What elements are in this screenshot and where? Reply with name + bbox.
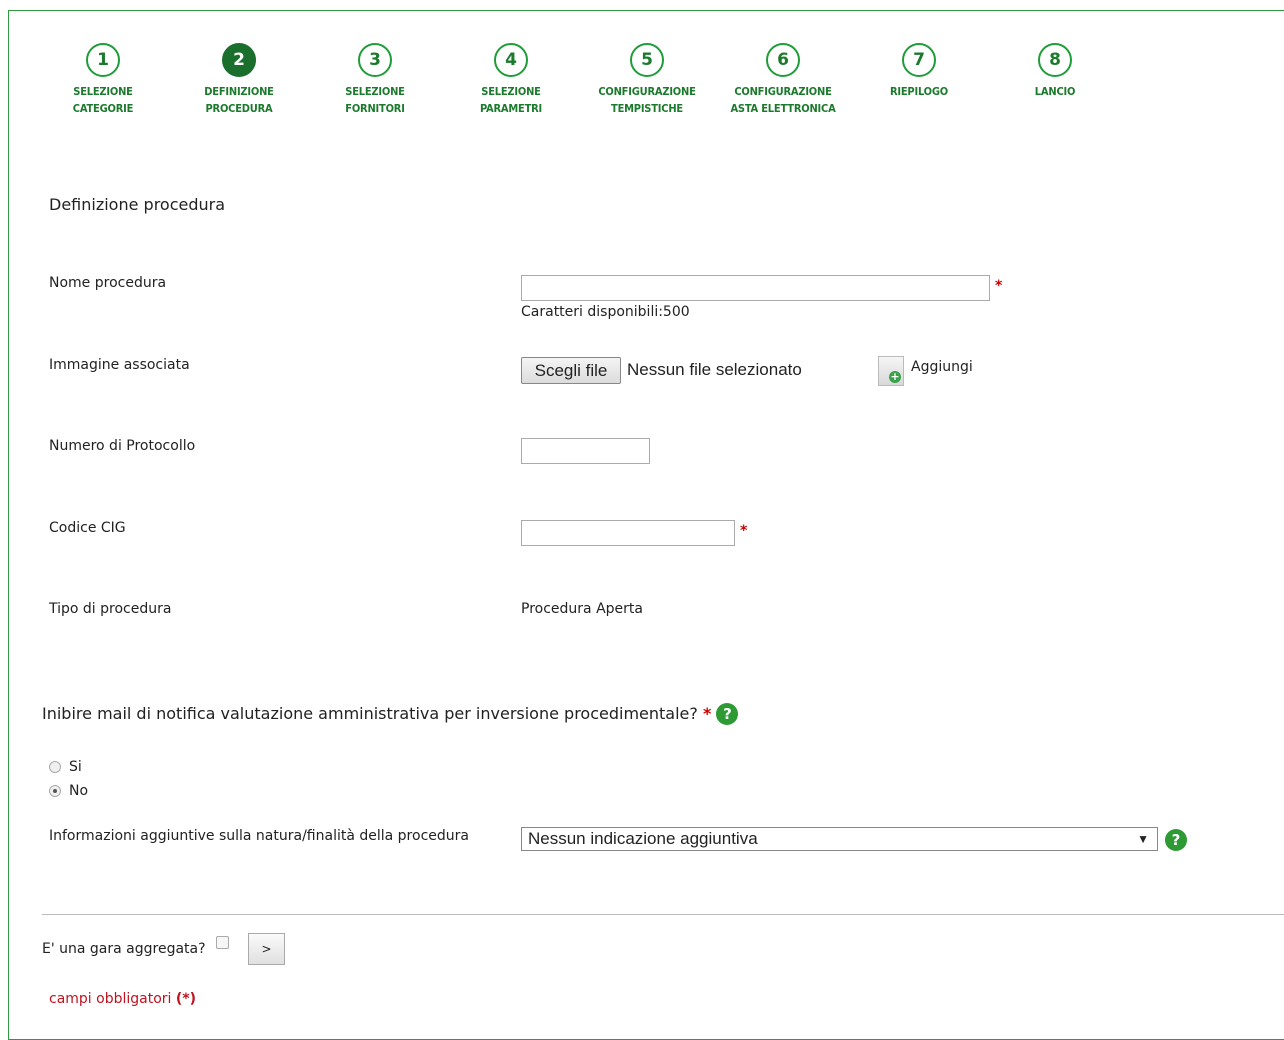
select-value: Nessun indicazione aggiuntiva xyxy=(528,829,758,848)
radio-button[interactable] xyxy=(49,761,61,773)
nome-procedura-label: Nome procedura xyxy=(49,275,167,291)
step-label-line1: SELEZIONE xyxy=(73,85,133,98)
tipo-procedura-value: Procedura Aperta xyxy=(521,601,643,617)
step-label-line1: CONFIGURAZIONE xyxy=(734,85,832,98)
step-label-line1: LANCIO xyxy=(1034,85,1076,98)
required-mark: * xyxy=(740,523,748,539)
immagine-label: Immagine associata xyxy=(49,357,190,373)
characters-available-hint: Caratteri disponibili:500 xyxy=(521,304,690,320)
choose-file-button[interactable]: Scegli file xyxy=(521,357,621,384)
required-fields-note: campi obbligatori (*) xyxy=(49,991,196,1007)
add-image-icon[interactable]: + xyxy=(878,356,904,386)
step-3[interactable]: 3 SELEZIONE FORNITORI xyxy=(310,43,440,117)
step-number: 7 xyxy=(902,43,936,77)
step-label-line2: ASTA ELETTRONICA xyxy=(730,102,836,115)
info-select[interactable]: Nessun indicazione aggiuntiva ▼ xyxy=(521,827,1158,851)
step-number: 5 xyxy=(630,43,664,77)
step-1[interactable]: 1 SELEZIONE CATEGORIE xyxy=(38,43,168,117)
aggregata-label: E' una gara aggregata? xyxy=(42,941,206,957)
info-label: Informazioni aggiuntive sulla natura/fin… xyxy=(49,828,469,844)
step-label-line1: SELEZIONE xyxy=(481,85,541,98)
step-label-line1: DEFINIZIONE xyxy=(204,85,274,98)
aggregata-checkbox[interactable] xyxy=(216,936,229,949)
step-label-line2: PROCEDURA xyxy=(205,102,273,115)
required-mark: * xyxy=(995,278,1003,294)
question-text: Inibire mail di notifica valutazione amm… xyxy=(42,704,698,723)
step-6[interactable]: 6 CONFIGURAZIONE ASTA ELETTRONICA xyxy=(718,43,848,117)
dropdown-arrow-icon: ▼ xyxy=(1137,832,1149,846)
notification-question: Inibire mail di notifica valutazione amm… xyxy=(42,703,739,725)
step-label-line2: FORNITORI xyxy=(345,102,405,115)
step-label-line2: CATEGORIE xyxy=(72,102,134,115)
step-5[interactable]: 5 CONFIGURAZIONE TEMPISTICHE xyxy=(582,43,712,117)
step-label-line1: CONFIGURAZIONE xyxy=(598,85,696,98)
cig-input[interactable] xyxy=(521,520,735,546)
step-8[interactable]: 8 LANCIO xyxy=(990,43,1120,100)
radio-si[interactable]: Si xyxy=(49,759,82,775)
divider xyxy=(42,914,1284,915)
radio-label: Si xyxy=(69,759,82,775)
step-number: 6 xyxy=(766,43,800,77)
step-label-line1: RIEPILOGO xyxy=(889,85,949,98)
step-number: 1 xyxy=(86,43,120,77)
protocollo-label: Numero di Protocollo xyxy=(49,438,196,454)
nome-procedura-input[interactable] xyxy=(521,275,990,301)
step-7[interactable]: 7 RIEPILOGO xyxy=(854,43,984,100)
step-number: 8 xyxy=(1038,43,1072,77)
protocollo-input[interactable] xyxy=(521,438,650,464)
step-2[interactable]: 2 DEFINIZIONE PROCEDURA xyxy=(174,43,304,117)
radio-button[interactable] xyxy=(49,785,61,797)
step-4[interactable]: 4 SELEZIONE PARAMETRI xyxy=(446,43,576,117)
required-mark: * xyxy=(702,704,712,723)
note-star: (*) xyxy=(175,991,196,1007)
add-image-link[interactable]: Aggiungi xyxy=(911,359,973,375)
radio-label: No xyxy=(69,783,89,799)
aggregata-next-button[interactable]: > xyxy=(248,933,285,965)
file-status-text: Nessun file selezionato xyxy=(627,360,802,379)
step-label-line1: SELEZIONE xyxy=(345,85,405,98)
radio-no[interactable]: No xyxy=(49,783,88,799)
note-text: campi obbligatori xyxy=(49,991,176,1007)
step-label-line2: TEMPISTICHE xyxy=(611,102,683,115)
step-number: 3 xyxy=(358,43,392,77)
help-icon[interactable]: ? xyxy=(1165,829,1187,851)
step-number: 2 xyxy=(222,43,256,77)
step-label-line2: PARAMETRI xyxy=(479,102,543,115)
cig-label: Codice CIG xyxy=(49,520,126,536)
section-title: Definizione procedura xyxy=(49,195,226,214)
step-number: 4 xyxy=(494,43,528,77)
help-icon[interactable]: ? xyxy=(716,703,739,725)
tipo-procedura-label: Tipo di procedura xyxy=(49,601,172,617)
